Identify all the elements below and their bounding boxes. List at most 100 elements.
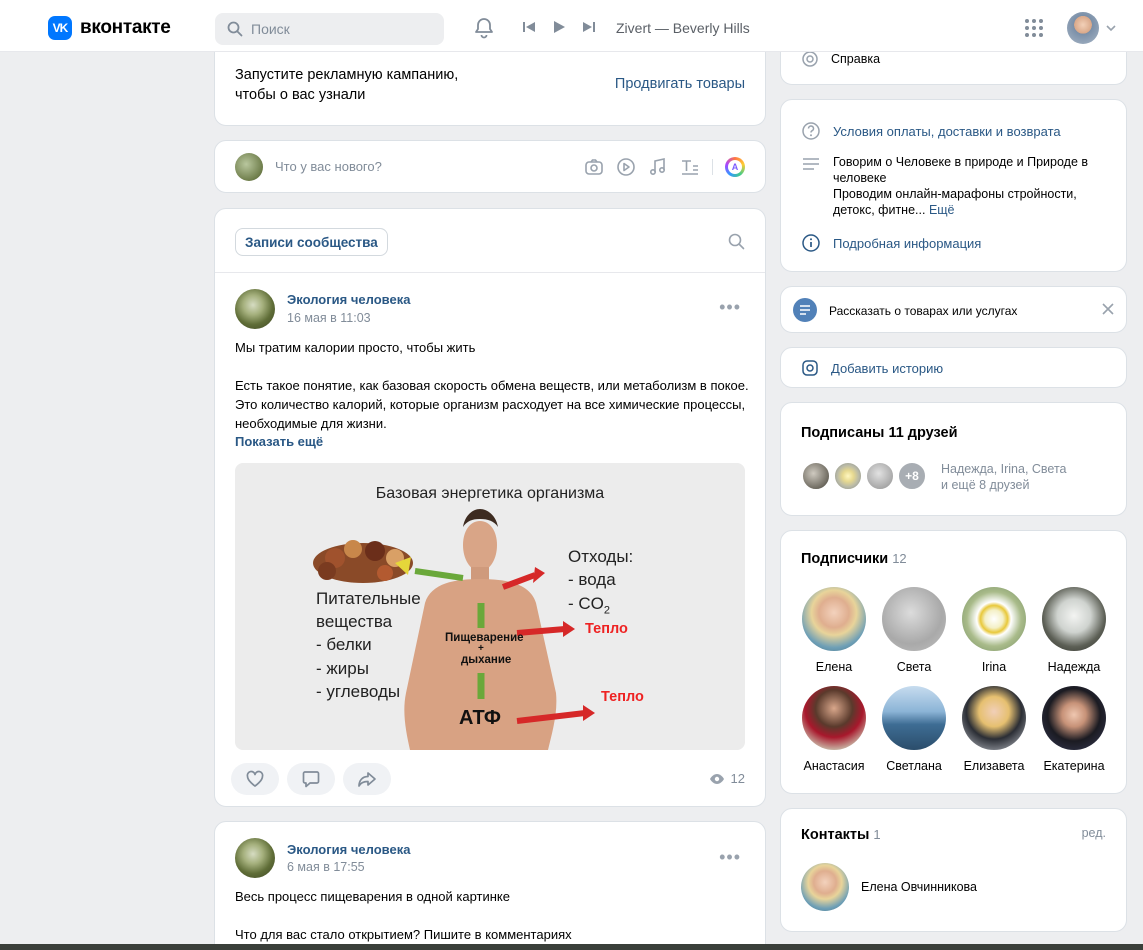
notifications-bell-icon[interactable] [472,16,496,43]
contact-item[interactable]: Елена Овчинникова [801,863,977,911]
follower-item[interactable]: Irina [954,587,1034,674]
friends-following-card: Подписаны 11 друзей +8 Надежда, Irina, С… [780,402,1127,516]
follower-name: Екатерина [1043,759,1105,773]
tab-community-posts[interactable]: Записи сообщества [235,228,388,256]
add-story-row[interactable]: Добавить историю [801,359,943,377]
followers-card: Подписчики 12 Елена Света Irina Надежда … [780,530,1127,794]
post-author-link[interactable]: Экология человека [287,292,410,307]
image-waste-water: - вода [568,570,616,589]
user-avatar [1067,12,1099,44]
current-track-title[interactable]: Zivert — Beverly Hills [616,20,750,36]
contacts-count: 1 [873,827,881,842]
description-line-2: Проводим онлайн-марафоны стройности, дет… [833,186,1115,218]
contacts-card: Контакты 1 ред. Елена Овчинникова [780,808,1127,932]
tell-about-products-link[interactable]: Рассказать о товарах или услугах [829,303,1017,319]
image-atp-label: АТФ [459,707,501,729]
search-icon [227,21,243,37]
help-row[interactable]: Справка [801,50,880,68]
posts-search-icon[interactable] [728,233,745,253]
details-link[interactable]: Подробная информация [833,236,981,251]
share-icon [358,772,376,787]
image-heat-label-2: Тепло [601,689,644,705]
profile-menu[interactable] [1067,12,1117,44]
search-input[interactable] [251,21,421,37]
image-nutrients-1: Питательные [316,589,421,608]
follower-avatar [882,587,946,651]
post-text-line1: Мы тратим калории просто, чтобы жить [235,340,476,355]
follower-name: Света [896,660,932,674]
follower-item[interactable]: Надежда [1034,587,1114,674]
follower-item[interactable]: Екатерина [1034,686,1114,773]
image-waste-title: Отходы: [568,547,634,566]
follower-item[interactable]: Елена [794,587,874,674]
friend-avatars[interactable]: +8 [801,461,927,493]
image-waste-co2-text: - CO [568,594,604,613]
contact-name: Елена Овчинникова [861,880,978,894]
post-author-avatar[interactable] [235,838,275,878]
play-icon[interactable] [552,20,566,34]
promote-products-link[interactable]: Продвигать товары [615,76,745,92]
friends-names-line-2: и ещё 8 друзей [941,478,1030,492]
video-icon[interactable] [616,157,636,177]
followers-title-text: Подписчики [801,551,889,567]
post-author-link[interactable]: Экология человека [287,842,410,857]
post-actions [231,763,391,795]
like-button[interactable] [231,763,279,795]
more-friends-badge: +8 [897,461,927,491]
friends-following-title[interactable]: Подписаны 11 друзей [801,425,958,441]
ai-assistant-button[interactable]: A [725,157,745,177]
contacts-title[interactable]: Контакты 1 [801,827,881,843]
follower-item[interactable]: Елизавета [954,686,1034,773]
eye-icon [709,773,724,784]
friends-names[interactable]: Надежда, Irina, Света и ещё 8 друзей [941,461,1067,493]
article-icon[interactable] [680,157,700,177]
post-text-line1: Весь процесс пищеварения в одной картинк… [235,889,510,904]
music-note-icon[interactable] [648,157,668,177]
description-more-link[interactable]: Ещё [929,203,955,217]
follower-item[interactable]: Анастасия [794,686,874,773]
follower-avatar [1042,686,1106,750]
new-post-input[interactable] [275,159,535,174]
apps-grid-icon[interactable] [1024,18,1044,41]
tab-divider [215,272,765,273]
post-date[interactable]: 6 мая в 17:55 [287,860,365,874]
previous-track-icon[interactable] [522,20,536,34]
contact-avatar [801,863,849,911]
terms-link[interactable]: Условия оплаты, доставки и возврата [833,124,1061,139]
edit-contacts-link[interactable]: ред. [1082,826,1106,840]
image-digestion-label: Пищеварение [445,632,524,644]
follower-item[interactable]: Света [874,587,954,674]
community-post-2: Экология человека 6 мая в 17:55 ••• Весь… [214,821,766,950]
chevron-down-icon [1106,25,1116,32]
search-box[interactable] [215,13,444,45]
image-plus-label: + [478,643,484,654]
details-row[interactable]: Подробная информация [801,233,981,253]
heart-icon [246,770,264,787]
post-more-options-icon[interactable]: ••• [719,298,741,316]
terms-row[interactable]: Условия оплаты, доставки и возврата [801,121,1061,141]
friend-avatar [833,461,863,491]
post-image[interactable]: Базовая энергетика организма Отходы: - в… [235,463,745,750]
follower-name: Елизавета [963,759,1025,773]
share-button[interactable] [343,763,391,795]
tell-about-products-card: Рассказать о товарах или услугах [780,286,1127,333]
post-date[interactable]: 16 мая в 11:03 [287,311,371,325]
show-more-link[interactable]: Показать ещё [235,434,323,449]
close-icon[interactable] [1102,303,1114,318]
followers-title[interactable]: Подписчики 12 [801,551,907,567]
image-nutrients-5: - углеводы [316,682,401,701]
next-track-icon[interactable] [582,20,596,34]
vk-logo[interactable]: VK вконтакте [48,16,171,40]
friends-names-line-1: Надежда, Irina, Света [941,462,1067,476]
comment-button[interactable] [287,763,335,795]
post-author-avatar[interactable] [235,289,275,329]
follower-item[interactable]: Светлана [874,686,954,773]
camera-icon[interactable] [584,157,604,177]
follower-name: Анастасия [803,759,865,773]
post-more-options-icon[interactable]: ••• [719,848,741,866]
follower-avatar [802,587,866,651]
follower-avatar [962,686,1026,750]
add-story-link[interactable]: Добавить историю [831,361,943,376]
follower-name: Надежда [1047,660,1101,674]
more-friends-count: +8 [905,469,919,483]
